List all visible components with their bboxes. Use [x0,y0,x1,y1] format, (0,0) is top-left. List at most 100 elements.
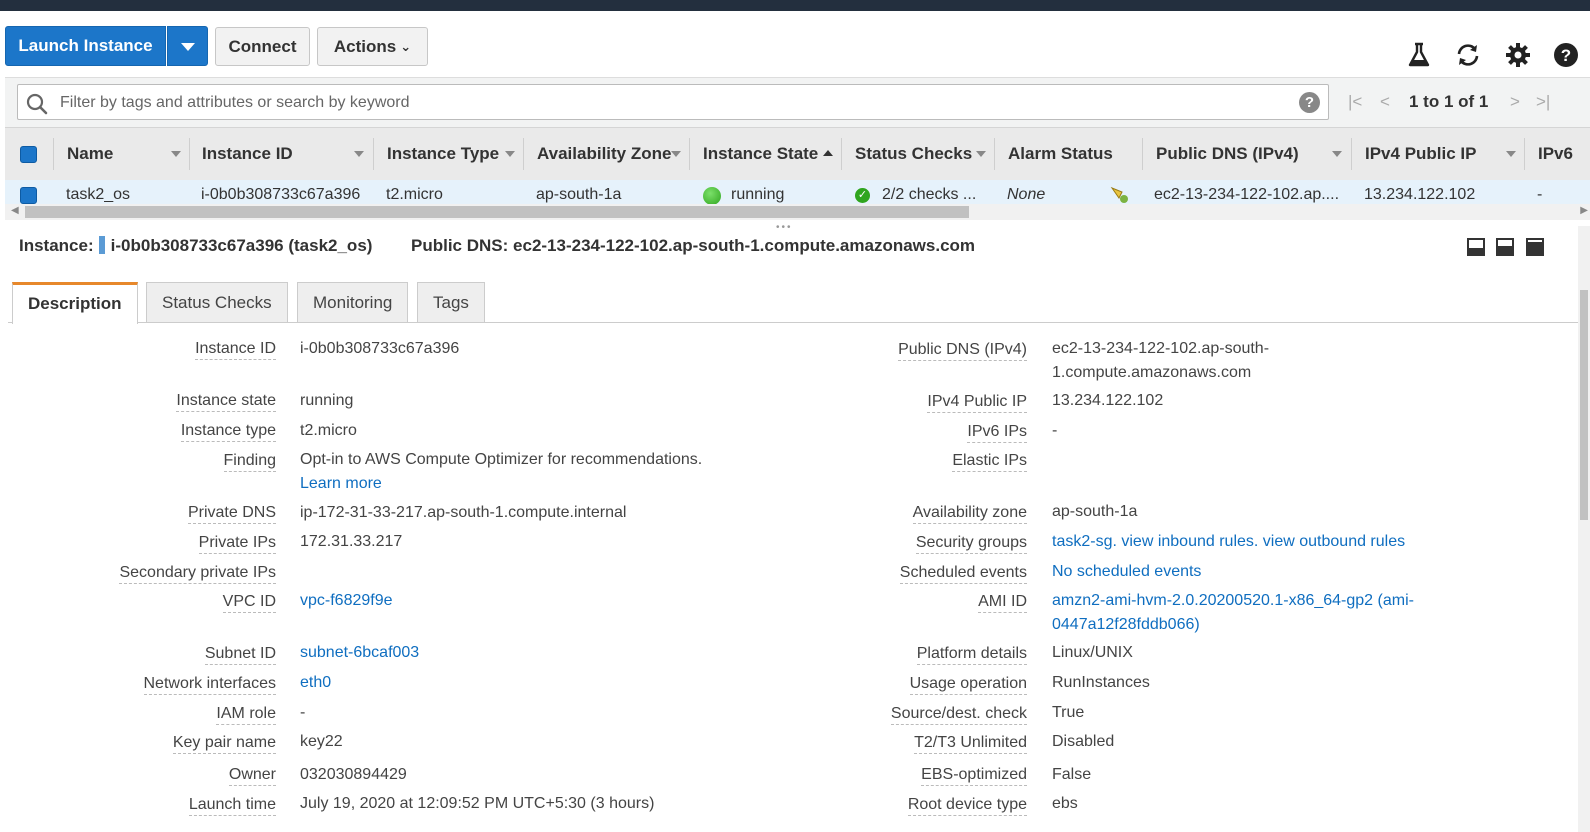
sort-caret-icon[interactable] [354,151,364,157]
security-group-link[interactable]: task2-sg. [1052,533,1117,550]
view-inbound-rules-link[interactable]: view inbound rules. [1121,533,1258,550]
label-ami-id: AMI ID [978,593,1027,613]
value-ipv6-ips: - [1052,422,1058,439]
label-launch-time: Launch time [188,796,276,816]
pagination-text: 1 to 1 of 1 [1409,92,1489,111]
sort-caret-icon[interactable] [171,151,181,157]
actions-button[interactable]: Actions ⌄ [317,27,428,66]
running-status-icon [703,187,721,204]
label-platform-details: Platform details [916,645,1027,665]
refresh-icon[interactable] [1454,41,1482,69]
label-network-interfaces: Network interfaces [143,675,276,695]
label-ipv4-public-ip: IPv4 Public IP [927,393,1027,413]
value-instance-type: t2.micro [300,422,357,439]
column-header-alarm-status[interactable]: Alarm Status [1008,128,1113,180]
column-header-status-checks[interactable]: Status Checks [855,128,972,180]
launch-instance-dropdown-button[interactable] [167,26,208,66]
subnet-id-link[interactable]: subnet-6bcaf003 [300,641,419,665]
detail-dns-value: ec2-13-234-122-102.ap-south-1.compute.am… [513,236,976,255]
help-circle-icon[interactable]: ? [1552,41,1580,69]
vpc-id-link[interactable]: vpc-f6829f9e [300,589,393,613]
column-header-instance-id[interactable]: Instance ID [202,128,293,180]
layout-top-icon[interactable] [1526,238,1544,256]
column-header-instance-state[interactable]: Instance State [703,128,818,180]
gear-icon[interactable] [1504,41,1532,69]
ami-id-link[interactable]: amzn2-ami-hvm-2.0.20200520.1-x86_64-gp2 … [1052,589,1432,637]
row-checkbox[interactable] [20,187,37,204]
cell-instance-id: i-0b0b308733c67a396 [201,186,361,203]
search-box: ? [17,84,1329,121]
layout-bottom-icon[interactable] [1467,238,1485,256]
pane-resize-handle[interactable]: ••• [776,222,793,233]
svg-text:?: ? [1561,46,1571,65]
column-header-ipv6[interactable]: IPv6 [1538,128,1573,180]
tab-tags[interactable]: Tags [417,282,485,322]
label-owner: Owner [228,766,276,786]
instances-table-header: Name Instance ID Instance Type Availabil… [5,127,1590,181]
actions-label: Actions [333,37,397,56]
value-root-device-type: ebs [1052,795,1078,812]
label-instance-type: Instance type [180,422,276,442]
check-icon: ✓ [855,188,870,203]
instance-color-marker [98,236,105,254]
detail-instance-label: Instance: [19,236,94,255]
scheduled-events-link[interactable]: No scheduled events [1052,560,1201,584]
network-interface-link[interactable]: eth0 [300,671,331,695]
scroll-left-icon[interactable]: ◀ [11,205,19,216]
filter-bar: ? |< < 1 to 1 of 1 > >| [5,77,1590,128]
flask-icon[interactable] [1405,41,1433,69]
sort-caret-icon[interactable] [505,151,515,157]
tab-status-checks[interactable]: Status Checks [146,282,288,322]
alarm-bell-icon[interactable] [1109,186,1131,204]
select-all-checkbox[interactable] [20,146,37,163]
label-availability-zone: Availability zone [912,504,1027,524]
toolbar: Launch Instance Connect Actions ⌄ ? [0,11,1590,77]
column-header-availability-zone[interactable]: Availability Zone [537,128,671,180]
scroll-right-icon[interactable]: ▶ [1580,205,1588,216]
view-outbound-rules-link[interactable]: view outbound rules [1263,533,1405,550]
connect-button[interactable]: Connect [215,27,310,66]
sort-caret-icon[interactable] [671,151,681,157]
label-vpc-id: VPC ID [222,593,276,613]
value-availability-zone: ap-south-1a [1052,503,1138,520]
table-horizontal-scrollbar[interactable]: ◀ ▶ [5,204,1590,220]
value-launch-time: July 19, 2020 at 12:09:52 PM UTC+5:30 (3… [300,795,655,812]
sort-ascending-icon[interactable] [823,150,833,156]
value-ipv4-public-ip: 13.234.122.102 [1052,392,1164,409]
column-header-public-dns[interactable]: Public DNS (IPv4) [1156,128,1299,180]
layout-split-icon[interactable] [1496,238,1514,256]
prev-page-icon[interactable]: < [1380,92,1390,112]
search-help-icon[interactable]: ? [1299,92,1320,113]
tab-description[interactable]: Description [12,282,138,324]
cell-public-dns: ec2-13-234-122-102.ap.... [1154,186,1340,203]
label-private-dns: Private DNS [187,504,276,524]
table-row[interactable]: task2_os i-0b0b308733c67a396 t2.micro ap… [5,180,1590,204]
cell-instance-state: running [731,186,785,203]
last-page-icon[interactable]: >| [1536,92,1550,112]
value-key-pair-name: key22 [300,733,343,750]
tab-monitoring[interactable]: Monitoring [297,282,409,322]
value-ebs-optimized: False [1052,766,1092,783]
value-security-groups: task2-sg. view inbound rules. view outbo… [1052,530,1405,554]
scrollbar-thumb[interactable] [1580,290,1588,520]
label-elastic-ips: Elastic IPs [952,452,1027,472]
sort-caret-icon[interactable] [1332,151,1342,157]
value-platform-details: Linux/UNIX [1052,644,1133,661]
search-input[interactable] [58,85,1282,121]
label-source-dest-check: Source/dest. check [890,705,1027,725]
launch-instance-button[interactable]: Launch Instance [5,26,166,66]
label-subnet-id: Subnet ID [204,645,276,665]
learn-more-link[interactable]: Learn more [300,472,702,496]
cell-status-checks: 2/2 checks ... [882,186,977,203]
scrollbar-thumb[interactable] [25,206,969,218]
chevron-down-icon: ⌄ [400,39,412,54]
column-header-instance-type[interactable]: Instance Type [387,128,499,180]
sort-caret-icon[interactable] [976,151,986,157]
first-page-icon[interactable]: |< [1348,92,1362,112]
column-header-name[interactable]: Name [67,128,113,180]
column-header-ipv4-public-ip[interactable]: IPv4 Public IP [1365,128,1477,180]
sort-caret-icon[interactable] [1506,151,1516,157]
value-private-ips: 172.31.33.217 [300,533,403,550]
next-page-icon[interactable]: > [1510,92,1520,112]
detail-vertical-scrollbar[interactable] [1578,226,1590,832]
